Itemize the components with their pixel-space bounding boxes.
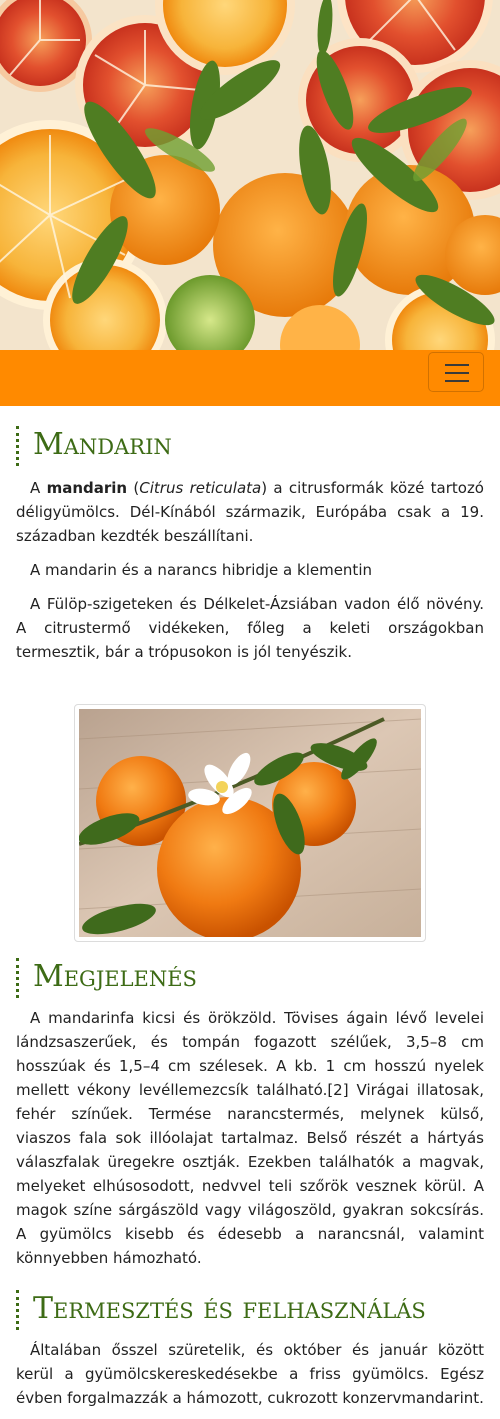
intro-bold-term: mandarin [46, 479, 128, 497]
intro-paragraph: A mandarin (Citrus reticulata) a citrusf… [16, 476, 484, 548]
intro-text: A [30, 479, 47, 497]
hybrid-paragraph: A mandarin és a narancs hibridje a kleme… [30, 561, 372, 579]
section-title-termesztes: Termesztés és felhasználás [16, 1290, 484, 1330]
habitat-paragraph: A Fülöp-szigeteken és Délkelet-Ázsiában … [16, 595, 484, 661]
section-title-mandarin: Mandarin [16, 426, 484, 466]
hamburger-menu-icon [445, 364, 469, 366]
hamburger-menu-button[interactable] [428, 352, 484, 392]
citrus-fruits-photo [0, 0, 500, 350]
cultivation-paragraph: Általában ősszel szüretelik, és október … [16, 1341, 484, 1407]
mandarin-photo-figure [74, 704, 426, 942]
scientific-name: Citrus reticulata [139, 479, 262, 497]
section-title-megjelenes: Megjelenés [16, 958, 484, 998]
hero-image [0, 0, 500, 350]
intro-text: ( [127, 479, 140, 497]
mandarins-with-blossom-photo [79, 709, 421, 937]
main-content: Mandarin A mandarin (Citrus reticulata) … [0, 426, 500, 1410]
navbar [0, 350, 500, 406]
hamburger-menu-icon [445, 372, 469, 374]
appearance-paragraph: A mandarinfa kicsi és örökzöld. Tövises … [16, 1009, 484, 1267]
hamburger-menu-icon [445, 380, 469, 382]
